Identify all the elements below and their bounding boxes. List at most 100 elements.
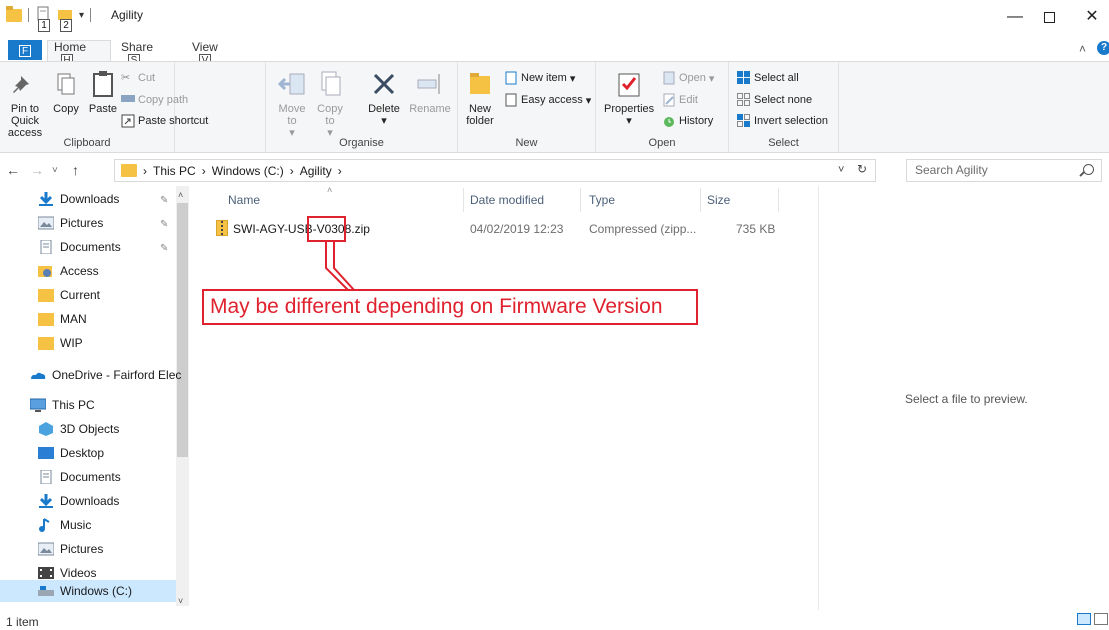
select-all-icon xyxy=(737,71,751,85)
forward-button[interactable]: → xyxy=(30,162,44,178)
nav-item-label: 3D Objects xyxy=(60,422,120,436)
nav-item-current[interactable]: Current xyxy=(38,288,100,302)
nav-item-downloads-pc[interactable]: Downloads xyxy=(38,494,119,508)
open-button[interactable]: Open ▾ xyxy=(662,71,714,85)
copy-button[interactable]: Copy xyxy=(48,68,84,115)
nav-item-documents[interactable]: Documents xyxy=(38,239,121,255)
nav-item-access[interactable]: Access xyxy=(38,264,99,278)
tab-home[interactable]: Home H xyxy=(54,40,86,67)
large-icons-view-button[interactable] xyxy=(1094,613,1108,625)
address-dropdown[interactable]: ˅ xyxy=(838,164,844,176)
window-title: Agility xyxy=(111,8,144,22)
nav-item-downloads[interactable]: Downloads xyxy=(38,192,119,206)
customize-qat-dropdown[interactable]: ▾ xyxy=(79,10,84,21)
history-button[interactable]: History xyxy=(662,114,713,128)
cut-button[interactable]: ✂ Cut xyxy=(121,71,155,85)
dropdown-arrow: ▾ xyxy=(626,115,632,127)
select-all-label: Select all xyxy=(754,72,799,84)
open-group-label: Open xyxy=(648,137,676,149)
copy-path-button[interactable]: Copy path xyxy=(121,93,188,107)
tab-file[interactable]: F xyxy=(8,40,42,60)
column-header-date-modified[interactable]: Date modified xyxy=(470,193,544,207)
column-divider[interactable] xyxy=(580,188,581,212)
file-row[interactable]: SWI-AGY-USB-V0308.zip 04/02/2019 12:23 C… xyxy=(210,218,778,240)
pin-label: Pin to Quick access xyxy=(7,103,43,139)
breadcrumb-windows-c[interactable]: Windows (C:) xyxy=(212,164,284,178)
tab-share[interactable]: Share S xyxy=(121,40,153,67)
column-divider[interactable] xyxy=(463,188,464,212)
move-to-button[interactable]: Move to ▾ xyxy=(276,68,308,139)
history-label: History xyxy=(679,115,714,127)
pin-icon: ✎ xyxy=(160,195,169,206)
nav-item-desktop[interactable]: Desktop xyxy=(38,446,104,460)
column-divider[interactable] xyxy=(778,188,779,212)
nav-item-pictures[interactable]: Pictures xyxy=(37,216,103,230)
documents-icon xyxy=(38,469,54,485)
properties-button[interactable]: Properties ▾ xyxy=(604,68,654,127)
preview-pane-divider[interactable] xyxy=(818,186,819,610)
nav-item-label: MAN xyxy=(60,312,87,326)
address-bar[interactable]: › This PC › Windows (C:) › Agility › xyxy=(114,159,876,182)
back-button[interactable]: ← xyxy=(6,162,20,178)
status-bar: 1 item xyxy=(0,610,1109,630)
dropdown-arrow: ▾ xyxy=(569,72,576,85)
search-input[interactable]: Search Agility xyxy=(906,159,1102,182)
nav-item-windows-c[interactable]: Windows (C:) xyxy=(38,584,132,598)
new-item-icon xyxy=(504,71,518,85)
nav-item-videos[interactable]: Videos xyxy=(38,566,96,580)
copy-to-button[interactable]: Copy to ▾ xyxy=(314,68,346,139)
copy-icon xyxy=(50,68,82,100)
breadcrumb-agility[interactable]: Agility xyxy=(300,164,332,178)
delete-button[interactable]: Delete ▾ xyxy=(363,68,405,127)
close-button[interactable]: ✕ xyxy=(1077,8,1107,28)
column-header-name[interactable]: Name xyxy=(228,193,260,207)
select-all-button[interactable]: Select all xyxy=(737,71,799,85)
easy-access-button[interactable]: Easy access ▾ xyxy=(504,93,591,107)
details-view-button[interactable] xyxy=(1077,613,1091,625)
nav-item-label: This PC xyxy=(52,398,95,412)
navigation-pane: Downloads ✎ Pictures ✎ Documents ✎ Acces… xyxy=(0,186,188,608)
paste-shortcut-button[interactable]: Paste shortcut xyxy=(121,114,208,128)
nav-item-label: Videos xyxy=(60,566,97,580)
nav-item-documents-pc[interactable]: Documents xyxy=(38,469,121,485)
new-item-button[interactable]: New item ▾ xyxy=(504,71,575,85)
preview-placeholder: Select a file to preview. xyxy=(905,392,1028,406)
nav-item-pictures-pc[interactable]: Pictures xyxy=(37,542,103,556)
nav-item-onedrive[interactable]: OneDrive - Fairford Elec xyxy=(30,368,181,382)
paste-button[interactable]: Paste xyxy=(86,68,120,115)
nav-item-wip[interactable]: WIP xyxy=(38,336,83,350)
pin-to-quick-access-button[interactable]: Pin to Quick access xyxy=(2,68,48,139)
ribbon-tabs: F Home H Share S View V xyxy=(0,40,1109,67)
nav-item-3d-objects[interactable]: 3D Objects xyxy=(38,422,119,436)
help-icon[interactable]: ? xyxy=(1097,41,1109,55)
select-none-button[interactable]: Select none xyxy=(737,93,812,107)
up-button[interactable]: ↑ xyxy=(72,162,79,178)
recent-locations-dropdown[interactable]: ˅ xyxy=(52,165,58,176)
collapse-ribbon-button[interactable]: ˄ xyxy=(1079,42,1086,56)
minimize-button[interactable]: — xyxy=(1000,8,1030,28)
qat-key-2: 2 xyxy=(60,19,72,32)
search-icon[interactable] xyxy=(1083,164,1094,175)
column-header-type[interactable]: Type xyxy=(589,193,615,207)
nav-item-man[interactable]: MAN xyxy=(38,312,87,326)
edit-button[interactable]: Edit xyxy=(662,93,698,107)
qat-new-folder-button[interactable]: 2 xyxy=(57,6,75,32)
column-divider[interactable] xyxy=(700,188,701,212)
breadcrumb-chevron: › xyxy=(289,163,294,178)
new-folder-button[interactable]: New folder xyxy=(462,68,498,127)
new-folder-icon xyxy=(464,68,496,100)
column-header-size[interactable]: Size xyxy=(707,193,730,207)
refresh-icon[interactable]: ↻ xyxy=(857,162,867,176)
rename-button[interactable]: Rename xyxy=(409,68,451,115)
select-none-label: Select none xyxy=(754,94,813,106)
maximize-button[interactable] xyxy=(1034,8,1064,28)
qat-properties-button[interactable]: 1 xyxy=(35,6,53,32)
select-group-label: Select xyxy=(768,137,799,149)
nav-item-this-pc[interactable]: This PC xyxy=(29,398,95,412)
nav-item-music[interactable]: Music xyxy=(38,518,91,532)
breadcrumb-this-pc[interactable]: This PC xyxy=(153,164,196,178)
sort-ascending-icon: ˄ xyxy=(327,185,333,195)
invert-selection-button[interactable]: Invert selection xyxy=(737,114,828,128)
tab-view[interactable]: View V xyxy=(192,40,218,67)
title-bar: 1 2 ▾ Agility — ✕ xyxy=(0,0,1109,40)
